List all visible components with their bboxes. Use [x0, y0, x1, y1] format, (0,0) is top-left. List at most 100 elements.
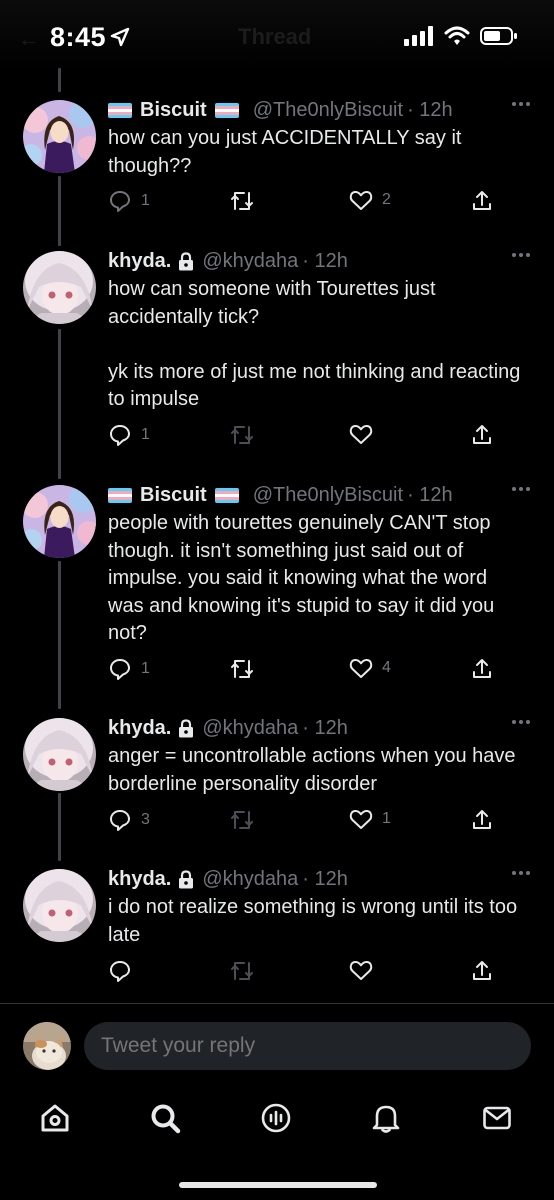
header-title: Thread	[238, 24, 312, 49]
retweet-button[interactable]	[229, 657, 264, 681]
status-icons	[404, 26, 518, 46]
tweet[interactable]: khyda. @khydaha · 12h i do not realize s…	[0, 865, 554, 995]
tweet[interactable]: khyda. @khydaha · 12h anger = uncontroll…	[0, 714, 554, 844]
back-arrow-icon[interactable]: ←	[18, 26, 40, 52]
reply-input[interactable]	[84, 1022, 531, 1070]
avatar[interactable]	[23, 100, 96, 173]
khyda-avatar-image	[23, 869, 96, 942]
retweet-icon	[231, 811, 253, 829]
display-name[interactable]: khyda.	[108, 868, 171, 891]
reply-count: 1	[141, 192, 150, 209]
like-count: 4	[382, 659, 391, 676]
more-options-icon[interactable]	[512, 253, 530, 257]
avatar[interactable]	[23, 718, 96, 791]
like-button[interactable]: 1	[349, 808, 391, 830]
tweet-actions: 3 1	[108, 808, 498, 834]
like-count: 2	[382, 191, 391, 208]
like-button[interactable]: 2	[349, 189, 391, 211]
more-options-icon[interactable]	[512, 871, 530, 875]
like-button[interactable]: 4	[349, 657, 391, 679]
retweet-button[interactable]	[229, 959, 264, 983]
tweet-header: khyda. @khydaha · 12h	[108, 865, 348, 893]
notifications-icon	[372, 1105, 400, 1133]
search-icon	[151, 1104, 181, 1134]
tab-search[interactable]	[148, 1101, 182, 1135]
tab-messages[interactable]	[480, 1101, 514, 1135]
messages-icon	[483, 1106, 511, 1130]
user-handle[interactable]: @khydaha	[202, 717, 298, 740]
biscuit-avatar-image	[23, 485, 96, 558]
more-options-icon[interactable]	[512, 487, 530, 491]
heart-icon	[349, 960, 373, 980]
tweet-header: Biscuit @The0nlyBiscuit · 12h	[108, 96, 453, 124]
reply-icon	[110, 961, 130, 982]
reply-button[interactable]: 3	[108, 808, 150, 832]
retweet-button[interactable]	[229, 423, 264, 447]
tweet[interactable]: Biscuit @The0nlyBiscuit · 12h how can yo…	[0, 96, 554, 226]
my-avatar[interactable]	[23, 1022, 71, 1070]
tweet-time: · 12h	[407, 98, 453, 121]
share-button[interactable]	[470, 423, 494, 447]
share-icon	[473, 810, 491, 829]
tweet-time: · 12h	[302, 716, 348, 739]
reply-button[interactable]: 1	[108, 657, 150, 681]
thread-connector	[58, 68, 61, 92]
tweet-header: khyda. @khydaha · 12h	[108, 247, 348, 275]
tweet[interactable]: Biscuit @The0nlyBiscuit · 12h people wit…	[0, 481, 554, 691]
share-button[interactable]	[470, 189, 494, 213]
heart-icon	[349, 190, 373, 210]
tweet-actions: 1	[108, 423, 498, 449]
heart-icon	[349, 658, 373, 678]
spaces-icon	[261, 1103, 291, 1133]
status-bar: ← Thread 8:45	[0, 0, 554, 72]
status-time: 8:45	[50, 22, 107, 52]
biscuit-avatar-image	[23, 100, 96, 173]
reply-button[interactable]: 1	[108, 423, 150, 447]
retweet-button[interactable]	[229, 189, 264, 213]
tweet-actions	[108, 959, 498, 985]
like-button[interactable]	[349, 423, 382, 445]
tweet[interactable]: khyda. @khydaha · 12h how can someone wi…	[0, 247, 554, 457]
retweet-icon	[231, 660, 253, 678]
avatar[interactable]	[23, 869, 96, 942]
heart-icon	[349, 809, 373, 829]
retweet-icon	[231, 962, 253, 980]
retweet-icon	[231, 192, 253, 210]
more-options-icon[interactable]	[512, 720, 530, 724]
display-name[interactable]: Biscuit	[140, 484, 207, 507]
user-handle[interactable]: @khydaha	[202, 868, 298, 891]
tweet-text: people with tourettes genuinely CAN'T st…	[108, 512, 500, 644]
more-options-icon[interactable]	[512, 102, 530, 106]
share-icon	[473, 191, 491, 210]
share-button[interactable]	[470, 959, 494, 983]
reply-count: 1	[141, 426, 150, 443]
home-indicator	[179, 1182, 377, 1188]
cat-avatar-image	[23, 1022, 71, 1070]
share-button[interactable]	[470, 808, 494, 832]
user-handle[interactable]: @khydaha	[202, 250, 298, 273]
like-count: 1	[382, 810, 391, 827]
wifi-icon	[444, 26, 470, 45]
display-name[interactable]: khyda.	[108, 717, 171, 740]
reply-button[interactable]: 1	[108, 189, 150, 213]
user-handle[interactable]: @The0nlyBiscuit	[253, 484, 403, 507]
avatar[interactable]	[23, 251, 96, 324]
protected-lock-icon	[178, 718, 194, 738]
share-button[interactable]	[470, 657, 494, 681]
like-button[interactable]	[349, 959, 382, 981]
avatar[interactable]	[23, 485, 96, 558]
tweet-header: khyda. @khydaha · 12h	[108, 714, 348, 742]
tweet-time: · 12h	[302, 249, 348, 272]
reply-count: 1	[141, 660, 150, 677]
tab-home[interactable]	[38, 1101, 72, 1135]
tab-notifications[interactable]	[369, 1101, 403, 1135]
display-name[interactable]: khyda.	[108, 250, 171, 273]
reply-icon	[110, 191, 130, 212]
display-name[interactable]: Biscuit	[140, 99, 207, 122]
trans-flag-icon	[108, 487, 132, 503]
share-icon	[473, 425, 491, 444]
user-handle[interactable]: @The0nlyBiscuit	[253, 99, 403, 122]
reply-button[interactable]	[108, 959, 141, 983]
tab-spaces[interactable]	[259, 1101, 293, 1135]
retweet-button[interactable]	[229, 808, 264, 832]
